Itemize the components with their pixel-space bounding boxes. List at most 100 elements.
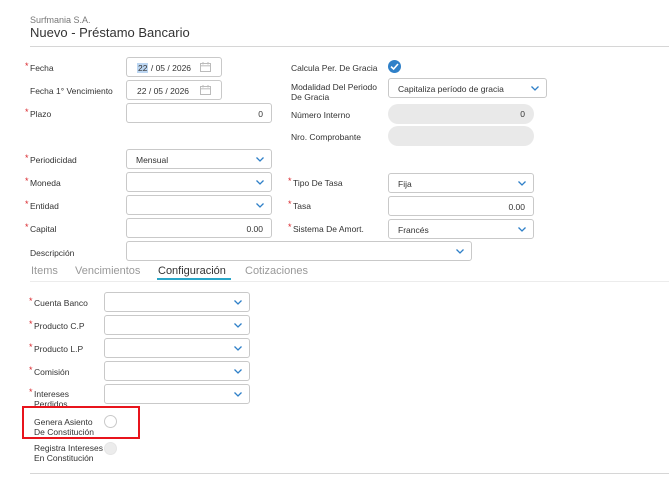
active-tab-indicator <box>157 278 231 280</box>
capital-value: 0.00 <box>246 224 263 234</box>
required-marker: * <box>25 222 29 232</box>
producto-lp-label: Producto L.P <box>34 344 84 354</box>
chevron-down-icon[interactable] <box>233 366 243 376</box>
chevron-down-icon[interactable] <box>233 297 243 307</box>
fecha-day[interactable]: 22 <box>137 63 149 73</box>
required-marker: * <box>25 61 29 71</box>
fecha-venc-month[interactable]: 05 <box>154 86 163 96</box>
required-marker: * <box>29 342 33 352</box>
fecha-venc-input[interactable]: 22 / 05 / 2026 <box>126 80 222 100</box>
chevron-down-icon[interactable] <box>233 389 243 399</box>
fecha-label: Fecha <box>30 63 54 73</box>
producto-cp-label: Producto C.P <box>34 321 85 331</box>
fecha-year[interactable]: 2026 <box>172 63 191 73</box>
plazo-label: Plazo <box>30 109 52 119</box>
genera-asiento-label: Genera Asiento De Constitución <box>34 417 94 437</box>
footer-divider <box>30 473 669 474</box>
required-marker: * <box>25 199 29 209</box>
fecha-venc-label: Fecha 1° Vencimiento <box>30 86 113 96</box>
descripcion-label: Descripción <box>30 248 75 258</box>
fecha-venc-day[interactable]: 22 <box>137 86 146 96</box>
checkmark-icon <box>390 63 399 71</box>
chevron-down-icon[interactable] <box>233 320 243 330</box>
genera-asiento-label-line2: De Constitución <box>34 427 95 437</box>
registra-intereses-label-line2: En Constitución <box>34 453 94 463</box>
comision-select[interactable] <box>104 361 250 381</box>
modalidad-label-line1: Modalidad Del Periodo <box>291 82 377 92</box>
periodicidad-select[interactable]: Mensual <box>126 149 272 169</box>
fecha-venc-year[interactable]: 2026 <box>170 86 189 96</box>
chevron-down-icon[interactable] <box>530 83 540 93</box>
tab-configuracion[interactable]: Configuración <box>158 265 226 277</box>
cuenta-banco-label: Cuenta Banco <box>34 298 88 308</box>
plazo-value: 0 <box>258 109 263 119</box>
capital-label: Capital <box>30 224 57 234</box>
intereses-perdidos-label-line1: Intereses <box>34 389 69 399</box>
moneda-label: Moneda <box>30 178 61 188</box>
registra-intereses-label-line1: Registra Intereses <box>34 443 103 453</box>
page-title: Nuevo - Préstamo Bancario <box>30 25 190 40</box>
chevron-down-icon[interactable] <box>455 246 465 256</box>
calendar-icon[interactable] <box>200 62 211 72</box>
modalidad-select[interactable]: Capitaliza período de gracia <box>388 78 547 98</box>
numero-interno-label: Número Interno <box>291 110 351 120</box>
calendar-icon[interactable] <box>200 85 211 95</box>
comision-label: Comisión <box>34 367 70 377</box>
periodicidad-value: Mensual <box>136 155 169 165</box>
periodicidad-label: Periodicidad <box>30 155 77 165</box>
required-marker: * <box>29 365 33 375</box>
moneda-select[interactable] <box>126 172 272 192</box>
entidad-label: Entidad <box>30 201 59 211</box>
capital-input[interactable]: 0.00 <box>126 218 272 238</box>
numero-interno-field: 0 <box>388 104 534 124</box>
nro-comprobante-label: Nro. Comprobante <box>291 132 361 142</box>
cuenta-banco-select[interactable] <box>104 292 250 312</box>
modalidad-value: Capitaliza período de gracia <box>398 84 504 94</box>
required-marker: * <box>29 387 33 397</box>
required-marker: * <box>288 176 292 186</box>
genera-asiento-label-line1: Genera Asiento <box>34 417 93 427</box>
company-name: Surfmania S.A. <box>30 15 91 25</box>
tab-cotizaciones[interactable]: Cotizaciones <box>245 265 308 277</box>
required-marker: * <box>29 296 33 306</box>
required-marker: * <box>288 222 292 232</box>
tipo-tasa-value: Fija <box>398 179 412 189</box>
sistema-amort-value: Francés <box>398 225 429 235</box>
calcula-gracia-label: Calcula Per. De Gracia <box>291 63 378 73</box>
required-marker: * <box>25 153 29 163</box>
tasa-label: Tasa <box>293 201 311 211</box>
chevron-down-icon[interactable] <box>233 343 243 353</box>
tab-vencimientos[interactable]: Vencimientos <box>75 265 140 277</box>
descripcion-select[interactable] <box>126 241 472 261</box>
producto-cp-select[interactable] <box>104 315 250 335</box>
nro-comprobante-field <box>388 126 534 146</box>
chevron-down-icon[interactable] <box>517 224 527 234</box>
required-marker: * <box>288 199 292 209</box>
header-divider <box>30 46 669 47</box>
tipo-tasa-label: Tipo De Tasa <box>293 178 343 188</box>
tabs-divider <box>30 281 669 282</box>
modalidad-label: Modalidad Del Periodo De Gracia <box>291 82 377 102</box>
tasa-input[interactable]: 0.00 <box>388 196 534 216</box>
chevron-down-icon[interactable] <box>255 177 265 187</box>
genera-asiento-radio[interactable] <box>104 415 117 428</box>
required-marker: * <box>25 176 29 186</box>
numero-interno-value: 0 <box>520 109 525 119</box>
required-marker: * <box>25 107 29 117</box>
intereses-perdidos-select[interactable] <box>104 384 250 404</box>
tab-items[interactable]: Items <box>31 265 58 277</box>
required-marker: * <box>29 319 33 329</box>
fecha-input[interactable]: 22 / 05 / 2026 <box>126 57 222 77</box>
fecha-month[interactable]: 05 <box>156 63 165 73</box>
tipo-tasa-select[interactable]: Fija <box>388 173 534 193</box>
sistema-amort-select[interactable]: Francés <box>388 219 534 239</box>
chevron-down-icon[interactable] <box>255 154 265 164</box>
producto-lp-select[interactable] <box>104 338 250 358</box>
entidad-select[interactable] <box>126 195 272 215</box>
chevron-down-icon[interactable] <box>517 178 527 188</box>
sistema-amort-label: Sistema De Amort. <box>293 224 364 234</box>
plazo-input[interactable]: 0 <box>126 103 272 123</box>
chevron-down-icon[interactable] <box>255 200 265 210</box>
calcula-gracia-checkbox[interactable] <box>388 60 401 73</box>
registra-intereses-radio[interactable] <box>104 442 117 455</box>
